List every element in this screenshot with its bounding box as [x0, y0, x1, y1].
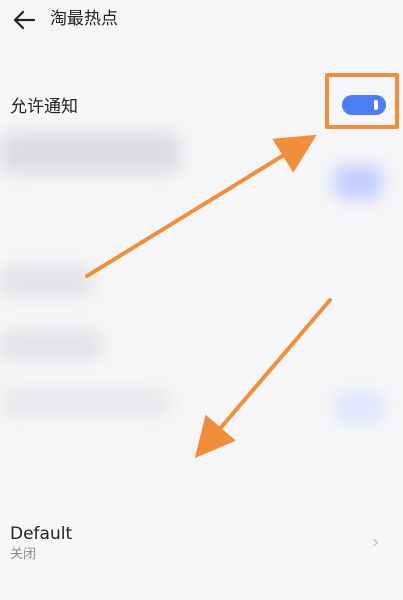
notification-label: 允许通知 [10, 97, 78, 117]
header: 淘最热点 [0, 0, 403, 42]
chevron-right-icon: › [372, 532, 380, 553]
notification-highlight-box [325, 73, 399, 129]
blurred-row-2 [0, 265, 92, 297]
blurred-toggle-2 [334, 392, 384, 422]
screen: 淘最热点 允许通知 Default 关闭 › [0, 0, 403, 600]
default-status: 关闭 [10, 547, 37, 562]
default-option-row[interactable] [0, 506, 403, 588]
default-title: Default [10, 524, 73, 544]
blurred-row-4 [0, 388, 170, 416]
page-title: 淘最热点 [50, 9, 118, 29]
blurred-row-1 [0, 132, 180, 174]
blurred-toggle-1 [334, 165, 382, 199]
blurred-row-3 [0, 330, 102, 360]
back-arrow-icon[interactable] [10, 8, 38, 32]
